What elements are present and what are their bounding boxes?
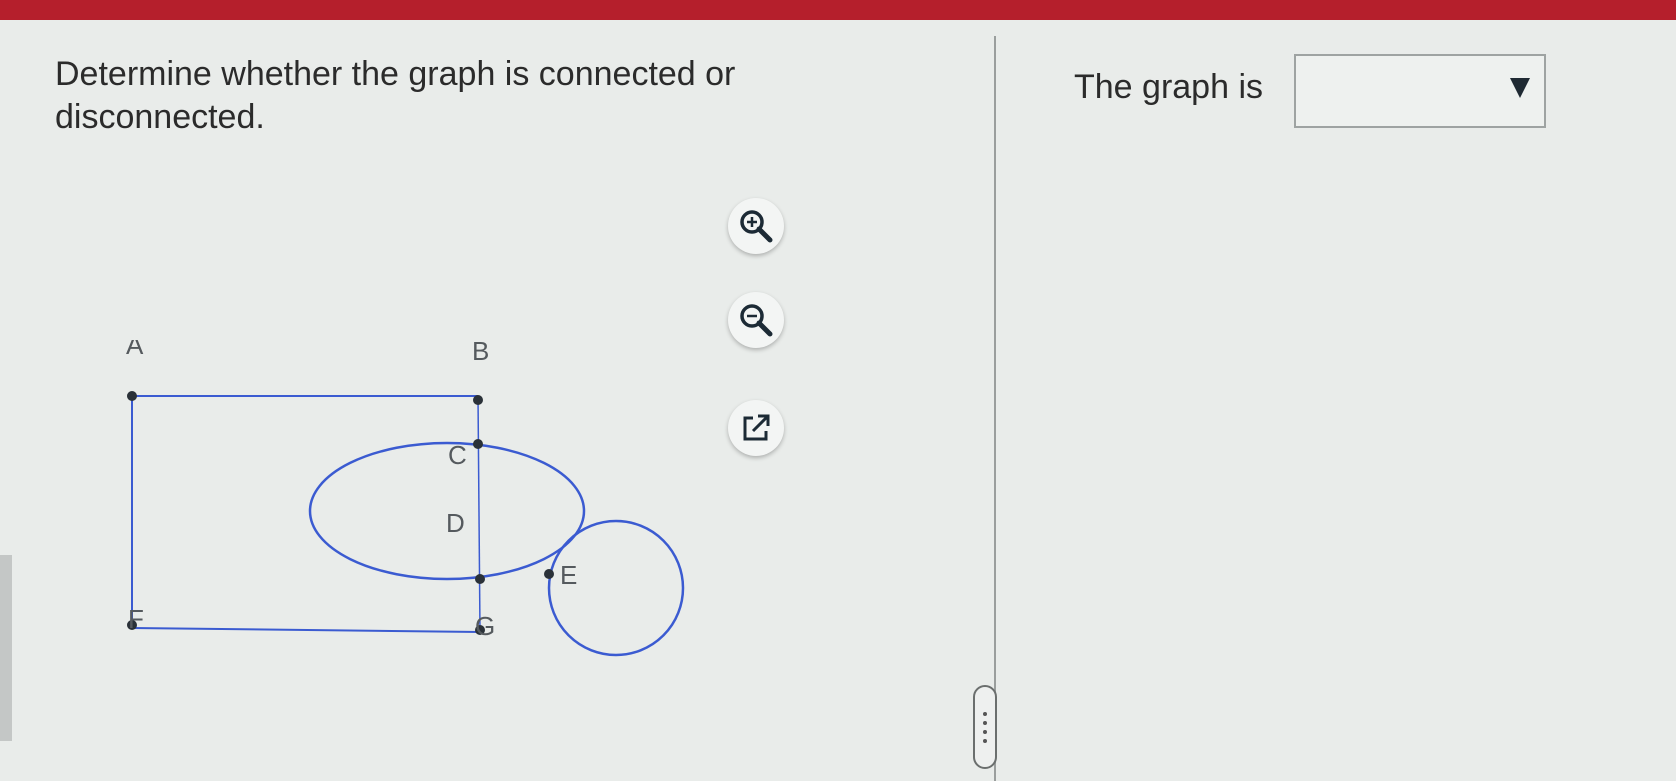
open-external-button[interactable] xyxy=(728,400,784,456)
question-text: Determine whether the graph is connected… xyxy=(55,53,835,139)
question-line-2: disconnected. xyxy=(55,98,265,136)
edge-f-g xyxy=(131,627,481,633)
graph-figure: A B C D E F G xyxy=(126,340,685,657)
vertex-b xyxy=(473,395,483,405)
zoom-out-button[interactable] xyxy=(728,292,784,348)
answer-dropdown[interactable] xyxy=(1294,54,1546,128)
question-line-1: Determine whether the graph is connected… xyxy=(55,55,736,93)
label-a: A xyxy=(126,340,144,360)
answer-prefix-label: The graph is xyxy=(1074,68,1263,106)
vertex-e xyxy=(544,569,554,579)
top-bar xyxy=(0,0,1676,20)
handle-dot xyxy=(983,738,987,743)
dropdown-arrow-icon xyxy=(1510,78,1530,98)
zoom-in-button[interactable] xyxy=(728,198,784,254)
edge-b-g xyxy=(477,395,481,633)
vertex-a xyxy=(127,391,137,401)
label-g: G xyxy=(475,611,495,641)
handle-dot xyxy=(983,711,987,716)
open-external-icon xyxy=(743,414,770,441)
pane-divider xyxy=(994,36,996,781)
label-e: E xyxy=(560,560,577,590)
label-b: B xyxy=(472,340,489,366)
vertex-c xyxy=(473,439,483,449)
handle-dot xyxy=(983,729,987,734)
zoom-in-icon xyxy=(740,210,773,243)
label-c: C xyxy=(448,440,467,470)
left-edge-panel xyxy=(0,555,12,741)
label-f: F xyxy=(128,604,144,634)
pane-splitter-handle[interactable] xyxy=(973,685,997,769)
vertex-d xyxy=(475,574,485,584)
page: Determine whether the graph is connected… xyxy=(0,0,1676,781)
zoom-out-icon xyxy=(740,304,773,337)
label-d: D xyxy=(446,508,465,538)
handle-dot xyxy=(983,720,987,725)
